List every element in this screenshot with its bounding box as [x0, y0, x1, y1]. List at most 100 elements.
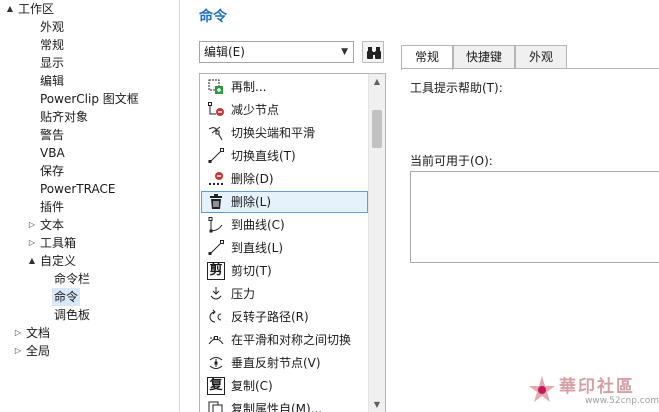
reduce-nodes-icon	[208, 102, 224, 116]
tree-item-command-bars[interactable]: 命令栏	[52, 270, 92, 288]
tree-item-label: VBA	[40, 146, 65, 160]
tree-item-global[interactable]: ▷ 全局	[12, 342, 52, 360]
list-item[interactable]: 到直线(L)	[201, 237, 368, 259]
command-label: 在平滑和对称之间切换	[231, 333, 352, 347]
find-command-button[interactable]	[362, 41, 384, 63]
scroll-down-icon[interactable]: ▼	[369, 397, 385, 412]
scrollbar-thumb[interactable]	[372, 110, 382, 148]
list-item[interactable]: 切换直线(T)	[201, 145, 368, 167]
collapse-icon[interactable]: ▲	[26, 252, 38, 270]
command-list-scrollbar[interactable]: ▲ ▼	[368, 74, 385, 412]
to-line-icon	[208, 240, 224, 255]
tree-item-general[interactable]: 常规	[38, 36, 66, 54]
tree-item-customize[interactable]: ▲ 自定义	[26, 252, 78, 270]
tree-item-label: 全局	[26, 344, 51, 358]
list-item[interactable]: 剪 剪切(T)	[201, 260, 368, 282]
tree-item-label: 显示	[40, 56, 65, 70]
tree-item-label: 工作区	[18, 2, 55, 16]
command-list[interactable]: 再制... 减少节点 切换尖端和平滑 切换直线(T) 删除(D) 删除(L) 到…	[199, 73, 386, 412]
category-dropdown-value: 编辑(E)	[204, 45, 245, 59]
list-item[interactable]: 切换尖端和平滑	[201, 122, 368, 144]
tree-item-toolbox[interactable]: ▷ 工具箱	[26, 234, 78, 252]
reverse-subpath-icon	[209, 309, 222, 323]
currently-available-label: 当前可用于(O):	[410, 154, 493, 168]
cut-glyph-icon: 剪	[207, 262, 225, 280]
tab-divider	[401, 68, 659, 69]
tree-item-label: PowerTRACE	[40, 182, 116, 196]
list-item[interactable]: 复制属性自(M)...	[201, 398, 368, 412]
category-dropdown[interactable]: 编辑(E) ▼	[199, 41, 354, 63]
tree-item-powerclip[interactable]: PowerClip 图文框	[38, 90, 141, 108]
command-label: 减少节点	[231, 103, 280, 117]
tree-item-label: 命令栏	[54, 272, 91, 286]
settings-tree: ▲ 工作区 外观 常规 显示 编辑 PowerClip 图文框 贴齐对象 警告 V…	[0, 0, 180, 412]
tree-item-label: 调色板	[54, 308, 91, 322]
copy-attributes-icon	[208, 401, 223, 412]
tree-item-edit[interactable]: 编辑	[38, 72, 66, 90]
tree-item-appearance[interactable]: 外观	[38, 18, 66, 36]
list-item[interactable]: 压力	[201, 283, 368, 305]
list-item[interactable]: 减少节点	[201, 99, 368, 121]
command-label: 删除(D)	[231, 172, 274, 186]
toggle-line-icon	[208, 148, 224, 163]
list-item[interactable]: 复 复制(C)	[201, 375, 368, 397]
tree-item-commands[interactable]: 命令	[52, 288, 81, 306]
tree-item-snap[interactable]: 贴齐对象	[38, 108, 90, 126]
list-item[interactable]: 再制...	[201, 76, 368, 98]
expand-icon[interactable]: ▷	[26, 234, 38, 252]
list-item[interactable]: 垂直反射节点(V)	[201, 352, 368, 374]
tree-item-label: 贴齐对象	[40, 110, 89, 124]
tree-item-plugins[interactable]: 插件	[38, 198, 66, 216]
command-label: 复制(C)	[231, 379, 273, 393]
command-label: 反转子路径(R)	[231, 310, 309, 324]
currently-available-field[interactable]	[410, 171, 659, 263]
tree-item-label: PowerClip 图文框	[40, 92, 139, 106]
command-label: 到曲线(C)	[231, 218, 285, 232]
tab-appearance[interactable]: 外观	[515, 45, 567, 69]
list-item[interactable]: 删除(D)	[201, 168, 368, 190]
tree-item-warnings[interactable]: 警告	[38, 126, 66, 144]
command-label: 剪切(T)	[231, 264, 272, 278]
tree-item-label: 常规	[40, 38, 65, 52]
expand-icon[interactable]: ▷	[12, 324, 24, 342]
expand-icon[interactable]: ▷	[12, 342, 24, 360]
command-label: 压力	[231, 287, 256, 301]
command-label: 切换尖端和平滑	[231, 126, 316, 140]
toggle-cusp-smooth-icon	[208, 126, 223, 141]
expand-icon[interactable]: ▷	[26, 216, 38, 234]
tree-item-powertrace[interactable]: PowerTRACE	[38, 180, 117, 198]
list-item[interactable]: 在平滑和对称之间切换	[201, 329, 368, 351]
scroll-up-icon[interactable]: ▲	[369, 74, 385, 90]
tree-item-text[interactable]: ▷ 文本	[26, 216, 66, 234]
tree-item-label: 插件	[40, 200, 65, 214]
tree-item-display[interactable]: 显示	[38, 54, 66, 72]
collapse-icon[interactable]: ▲	[4, 0, 16, 18]
tab-general[interactable]: 常规	[401, 45, 453, 70]
watermark: 華印社區 www.52cnp.com	[525, 372, 659, 408]
list-item[interactable]: 到曲线(C)	[201, 214, 368, 236]
delete-node-icon	[209, 172, 223, 185]
binoculars-icon	[367, 47, 381, 59]
tree-item-label: 工具箱	[40, 236, 77, 250]
tree-item-label: 编辑	[40, 74, 65, 88]
tree-item-label: 文本	[40, 218, 65, 232]
tree-item-save[interactable]: 保存	[38, 162, 66, 180]
list-item-selected[interactable]: 删除(L)	[201, 191, 368, 213]
command-label: 切换直线(T)	[231, 149, 296, 163]
page-title: 命令	[199, 9, 227, 25]
commands-panel: 命令 编辑(E) ▼ 再制... 减少节点 切换尖端和平滑 切换直线(T) 删除…	[181, 0, 659, 412]
tree-item-label: 警告	[40, 128, 65, 142]
tree-item-workspace[interactable]: ▲ 工作区	[4, 0, 56, 18]
tree-item-document[interactable]: ▷ 文档	[12, 324, 52, 342]
tab-shortcut-keys[interactable]: 快捷键	[453, 45, 515, 69]
watermark-url: www.52cnp.com	[585, 396, 659, 406]
tooltip-help-label: 工具提示帮助(T):	[410, 81, 503, 95]
list-item[interactable]: 反转子路径(R)	[201, 306, 368, 328]
command-label: 复制属性自(M)...	[231, 402, 323, 412]
tree-item-label: 外观	[40, 20, 65, 34]
dropdown-arrow-icon[interactable]: ▼	[341, 42, 348, 62]
tree-item-palettes[interactable]: 调色板	[52, 306, 92, 324]
tree-item-label: 命令	[52, 288, 81, 306]
tree-item-vba[interactable]: VBA	[38, 144, 67, 162]
copy-glyph-icon: 复	[207, 377, 225, 395]
